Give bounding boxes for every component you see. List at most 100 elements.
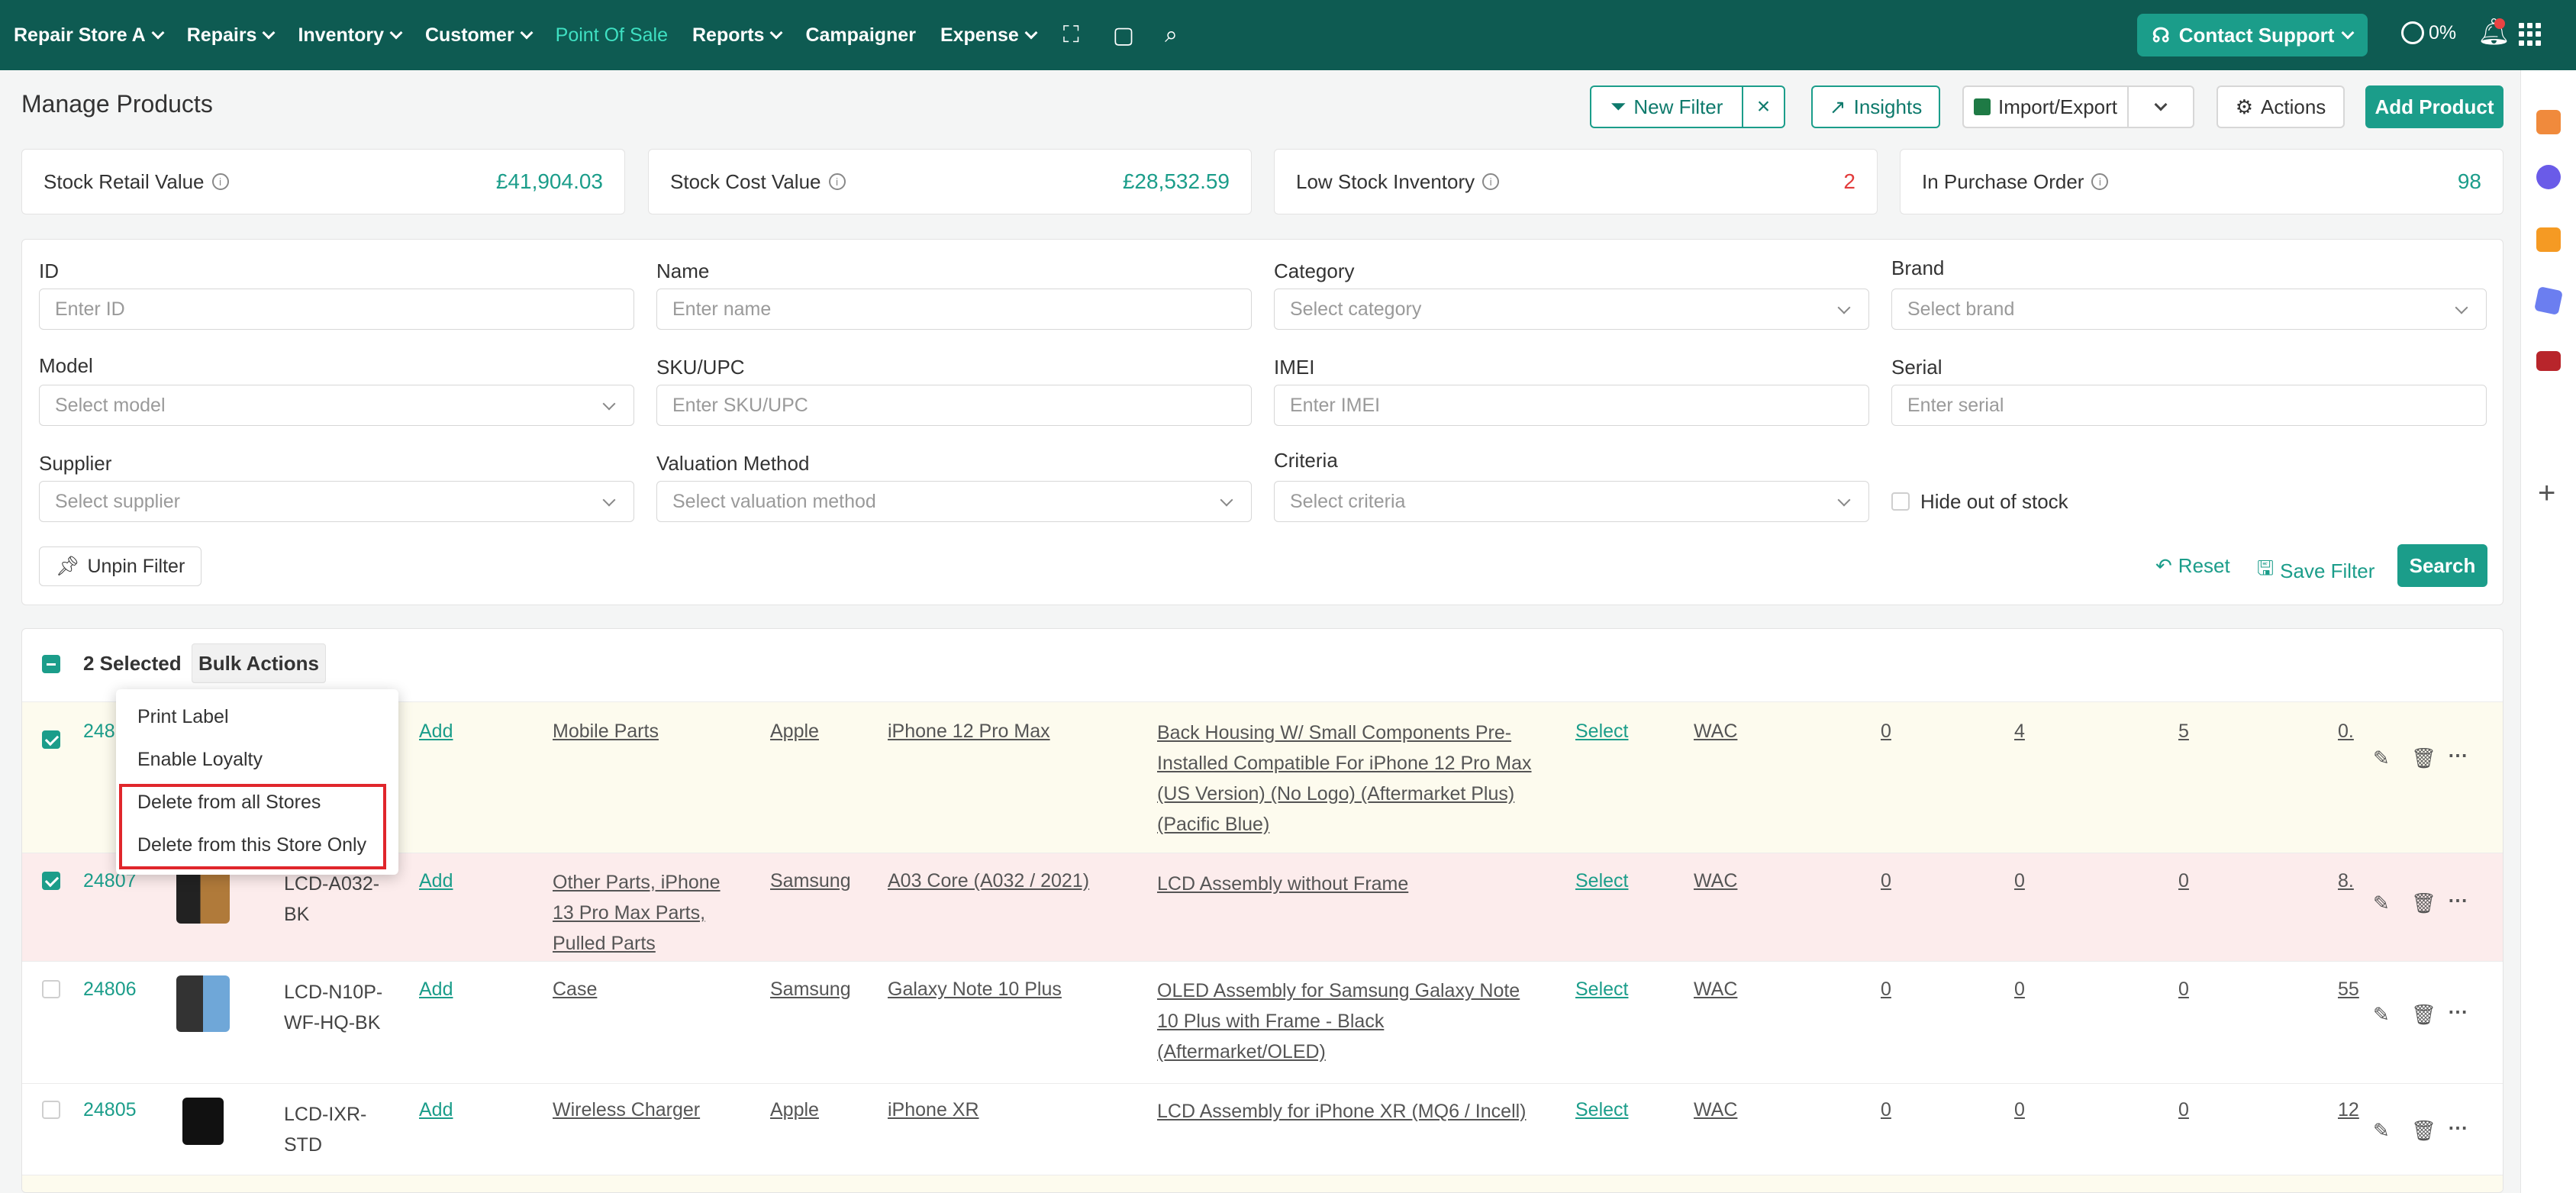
model-cell[interactable]: iPhone 12 Pro Max <box>888 716 1050 746</box>
trash-icon[interactable]: 🗑︎ <box>2411 1003 2436 1027</box>
category-cell[interactable]: Mobile Parts <box>553 716 659 746</box>
valuation-cell[interactable]: WAC <box>1694 716 1737 746</box>
model-cell[interactable]: iPhone XR <box>888 1095 979 1125</box>
nav-repairs[interactable]: Repairs <box>187 24 276 47</box>
row-checkbox[interactable] <box>42 980 60 998</box>
new-filter-button[interactable]: ⏷ New Filter <box>1590 85 1742 128</box>
bulk-actions-button[interactable]: Bulk Actions <box>192 643 326 683</box>
valuation-cell[interactable]: WAC <box>1694 1095 1737 1125</box>
sku-input[interactable]: Enter SKU/UPC <box>656 385 1252 426</box>
app-icon[interactable] <box>2536 351 2561 371</box>
qty-cell[interactable]: 0 <box>2178 1095 2189 1125</box>
name-input[interactable]: Enter name <box>656 289 1252 330</box>
price-cell[interactable]: 0. <box>2338 716 2354 746</box>
brand-cell[interactable]: Apple <box>770 716 819 746</box>
edit-icon[interactable]: ✎ <box>2373 746 2390 770</box>
imei-input[interactable]: Enter IMEI <box>1274 385 1869 426</box>
product-id[interactable]: 24806 <box>83 974 137 1004</box>
serial-input[interactable]: Enter serial <box>1891 385 2487 426</box>
brand-cell[interactable]: Samsung <box>770 974 851 1004</box>
table-row[interactable] <box>22 1175 2503 1192</box>
nav-customer[interactable]: Customer <box>425 24 534 47</box>
nav-expense[interactable]: Expense <box>940 24 1038 47</box>
select-link[interactable]: Select <box>1575 866 1628 896</box>
qty-cell[interactable]: 0 <box>1881 1095 1891 1125</box>
supplier-select[interactable]: Select supplier <box>39 481 634 522</box>
select-all-checkbox[interactable] <box>42 655 60 673</box>
import-export-button[interactable]: Import/Export <box>1962 85 2127 128</box>
nav-reports[interactable]: Reports <box>692 24 783 47</box>
info-icon[interactable]: i <box>211 173 229 190</box>
scan-icon[interactable]: ⛶ <box>1063 22 1079 48</box>
save-filter-button[interactable]: 🖫︎ Save Filter <box>2257 554 2374 588</box>
criteria-select[interactable]: Select criteria <box>1274 481 1869 522</box>
trash-icon[interactable]: 🗑︎ <box>2411 746 2436 770</box>
qty-cell[interactable]: 0 <box>2178 866 2189 896</box>
select-link[interactable]: Select <box>1575 716 1628 746</box>
unpin-filter-button[interactable]: 📌︎ Unpin Filter <box>39 547 202 586</box>
more-icon[interactable]: ⋯ <box>2448 888 2468 912</box>
product-id[interactable]: 24805 <box>83 1095 137 1125</box>
add-link[interactable]: Add <box>419 716 453 746</box>
qty-cell[interactable]: 0 <box>1881 974 1891 1004</box>
table-row[interactable]: 24806 LCD-N10P- WF-HQ-BK Add Case Samsun… <box>22 961 2503 1083</box>
product-name[interactable]: LCD Assembly for iPhone XR (MQ6 / Incell… <box>1157 1096 1527 1127</box>
nav-campaigner[interactable]: Campaigner <box>805 24 915 47</box>
info-icon[interactable]: i <box>2091 173 2109 190</box>
cards-icon[interactable] <box>2534 286 2563 315</box>
qty-cell[interactable]: 5 <box>2178 716 2189 746</box>
menu-item-print-label[interactable]: Print Label <box>137 706 229 728</box>
model-cell[interactable]: A03 Core (A032 / 2021) <box>888 866 1089 896</box>
id-input[interactable]: Enter ID <box>39 289 634 330</box>
valuation-cell[interactable]: WAC <box>1694 974 1737 1004</box>
row-checkbox[interactable] <box>42 872 60 890</box>
search-button[interactable]: Search <box>2397 544 2487 587</box>
apps-grid-icon[interactable] <box>2519 23 2542 46</box>
qty-cell[interactable]: 0 <box>1881 866 1891 896</box>
add-product-button[interactable]: Add Product <box>2365 85 2503 128</box>
product-id[interactable]: 248 <box>83 716 115 746</box>
search-icon[interactable]: ⌕ <box>1165 22 1178 48</box>
select-link[interactable]: Select <box>1575 1095 1628 1125</box>
nav-inventory[interactable]: Inventory <box>298 24 403 47</box>
row-checkbox[interactable] <box>42 1101 60 1119</box>
store-selector[interactable]: Repair Store A <box>14 24 165 47</box>
nav-point-of-sale[interactable]: Point Of Sale <box>556 24 668 47</box>
edit-icon[interactable]: ✎ <box>2373 1119 2390 1143</box>
add-link[interactable]: Add <box>419 974 453 1004</box>
contact-support-button[interactable]: ☊ Contact Support <box>2137 14 2368 56</box>
select-link[interactable]: Select <box>1575 974 1628 1004</box>
more-icon[interactable]: ⋯ <box>2448 1116 2468 1140</box>
qty-cell[interactable]: 0 <box>2014 866 2025 896</box>
info-icon[interactable]: i <box>828 173 846 190</box>
category-cell[interactable]: Wireless Charger <box>553 1095 700 1125</box>
qty-cell[interactable]: 0 <box>1881 716 1891 746</box>
qty-cell[interactable]: 0 <box>2014 1095 2025 1125</box>
valuation-select[interactable]: Select valuation method <box>656 481 1252 522</box>
menu-item-enable-loyalty[interactable]: Enable Loyalty <box>137 749 263 771</box>
actions-button[interactable]: ⚙ Actions <box>2217 85 2345 128</box>
category-cell[interactable]: Case <box>553 974 597 1004</box>
more-icon[interactable]: ⋯ <box>2448 743 2468 767</box>
category-select[interactable]: Select category <box>1274 289 1869 330</box>
hide-out-of-stock-checkbox[interactable] <box>1891 492 1910 511</box>
model-cell[interactable]: Galaxy Note 10 Plus <box>888 974 1062 1004</box>
add-link[interactable]: Add <box>419 866 453 896</box>
more-icon[interactable]: ⋯ <box>2448 1000 2468 1024</box>
insights-button[interactable]: ↗ Insights <box>1811 85 1940 128</box>
reset-button[interactable]: ↶ Reset <box>2155 554 2230 578</box>
row-checkbox[interactable] <box>42 730 60 749</box>
qty-cell[interactable]: 0 <box>2014 974 2025 1004</box>
trash-icon[interactable]: 🗑︎ <box>2411 1119 2436 1143</box>
gift-icon[interactable] <box>2536 110 2561 134</box>
brand-cell[interactable]: Samsung <box>770 866 851 896</box>
brand-select[interactable]: Select brand <box>1891 289 2487 330</box>
clear-filter-button[interactable]: × <box>1742 85 1785 128</box>
trash-icon[interactable]: 🗑︎ <box>2411 892 2436 915</box>
table-row[interactable]: 24805 LCD-IXR- STD Add Wireless Charger … <box>22 1083 2503 1175</box>
qty-cell[interactable]: 4 <box>2014 716 2025 746</box>
product-name[interactable]: OLED Assembly for Samsung Galaxy Note 10… <box>1157 975 1520 1067</box>
scrollbar[interactable] <box>2503 70 2519 1193</box>
plus-icon[interactable]: + <box>2538 476 2555 511</box>
notes-icon[interactable] <box>2536 227 2561 252</box>
